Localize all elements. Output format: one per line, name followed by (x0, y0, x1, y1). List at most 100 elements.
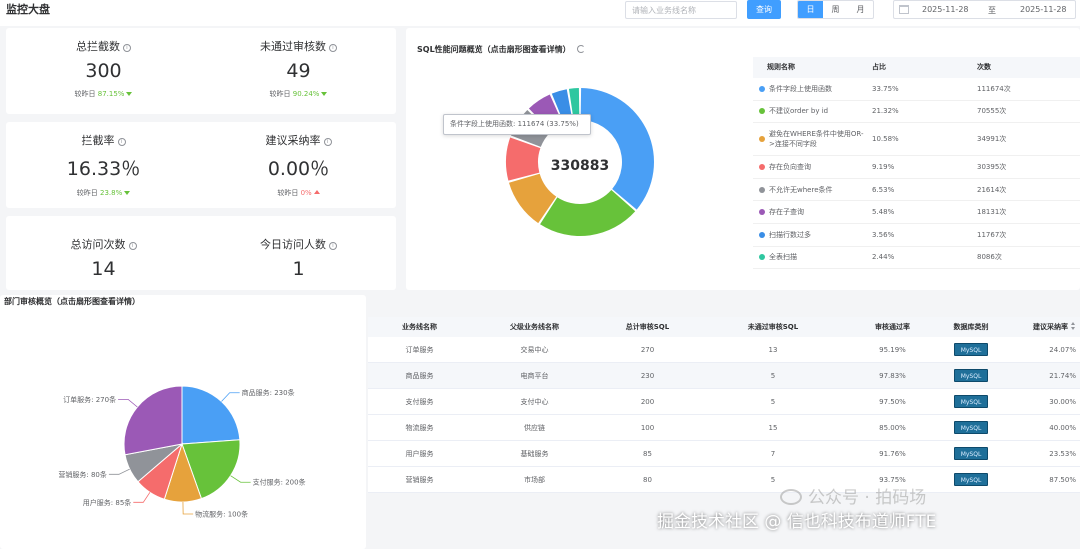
rule-table-header: 规则名称 占比 次数 (753, 57, 1080, 78)
pie-slice[interactable] (123, 385, 183, 456)
range-tab-month[interactable]: 月 (848, 1, 873, 18)
compare-value: 90.24% (292, 90, 320, 98)
pie-label: 支付服务: 200条 (253, 478, 306, 487)
pie-label-line (118, 398, 138, 408)
search-button[interactable]: 查询 (747, 0, 781, 19)
pie-slice[interactable] (181, 385, 241, 445)
column-header-sortable[interactable]: 建议采纳率 (1006, 317, 1080, 337)
parent-business-line: 支付中心 (520, 397, 549, 406)
pie-label-line (182, 501, 194, 515)
info-icon[interactable]: i (128, 242, 137, 250)
rule-row[interactable]: 条件字段上使用函数 33.75% 111674次 (753, 78, 1080, 101)
pie-label-line (230, 475, 251, 483)
db-type: MySQL (936, 447, 1006, 460)
kpi-card-visits: 总访问次数 i 14 今日访问人数 i 1 (6, 216, 396, 290)
business-line-name: 支付服务 (405, 397, 434, 406)
rule-table-body: 条件字段上使用函数 33.75% 111674次 不建议order by id 21.3… (753, 78, 1080, 270)
kpi-adopt-rate: 建议采纳率 i 0.00％ 较昨日 0% (201, 132, 396, 198)
rule-row[interactable]: 扫描行数过多 3.56% 11767次 (753, 224, 1080, 247)
rule-table: 规则名称 占比 次数 条件字段上使用函数 33.75% 111674次 不建议orde… (753, 57, 1080, 270)
table-row[interactable]: 物流服务 供应链 100 15 85.00% MySQL 40.00% (368, 415, 1080, 441)
date-range-picker[interactable]: 2025-11-28 至 2025-11-28 (893, 0, 1076, 19)
rule-row[interactable]: 不建议order by id 21.32% 70555次 (753, 101, 1080, 124)
info-icon[interactable]: i (329, 44, 337, 52)
rule-row[interactable]: 避免在WHERE条件中使用OR->连接不同字段 10.58% 34991次 (753, 123, 1080, 157)
date-separator: 至 (988, 6, 996, 15)
trend-down-icon (126, 92, 133, 96)
rule-pct: 10.58% (872, 135, 899, 144)
compare-value: 23.8% (99, 189, 123, 197)
info-icon[interactable]: i (117, 138, 126, 146)
kpi-value: 300 (85, 60, 122, 82)
trend-down-icon (124, 191, 131, 195)
kpi-not-passed: 未通过审核数 i 49 较昨日 90.24% (201, 38, 396, 99)
pass-rate: 85.00% (879, 423, 906, 432)
column-header: 业务线名称 (402, 323, 437, 331)
rule-pct: 2.44% (872, 253, 895, 262)
trend-up-icon (313, 190, 320, 194)
sql-donut-chart[interactable]: 330883 (490, 74, 670, 254)
rule-pct: 6.53% (872, 185, 895, 194)
info-icon[interactable]: i (323, 138, 332, 146)
donut-total: 330883 (551, 158, 609, 174)
adopt-rate: 24.07% (1049, 345, 1076, 354)
rule-row[interactable]: 全表扫描 2.44% 8086次 (753, 247, 1080, 270)
column-header: 占比 (872, 63, 886, 71)
kpi-label: 建议采纳率 (265, 134, 321, 147)
kpi-card-rates: 拦截率 i 16.33％ 较昨日 23.8% 建议采纳率 i 0.00％ 较昨日 0… (6, 122, 396, 208)
column-header: 审核通过率 (875, 323, 910, 331)
table-row[interactable]: 商品服务 电商平台 230 5 97.83% MySQL 21.74% (368, 363, 1080, 389)
kpi-compare: 较昨日 0% (201, 188, 396, 198)
pie-label: 营销服务: 80条 (58, 470, 107, 479)
rule-name: 存在负向查询 (769, 162, 811, 171)
table-row[interactable]: 订单服务 交易中心 270 13 95.19% MySQL 24.07% (368, 337, 1080, 363)
db-type-badge: MySQL (954, 447, 988, 460)
db-type-badge: MySQL (954, 421, 988, 434)
rule-count: 111674次 (977, 84, 1011, 93)
refresh-icon[interactable] (576, 45, 585, 53)
donut-slice[interactable] (580, 88, 654, 210)
info-icon[interactable]: i (123, 44, 131, 52)
adopt-rate: 30.00% (1049, 397, 1076, 406)
rule-row[interactable]: 不允许无where条件 6.53% 21614次 (753, 179, 1080, 202)
business-line-search-input[interactable] (625, 1, 737, 19)
business-line-name: 用户服务 (405, 449, 434, 458)
column-header: 规则名称 (767, 63, 795, 71)
kpi-card-intercept: 总拦截数 i 300 较昨日 87.15% 未通过审核数 i 49 较昨日 90.2… (6, 28, 396, 114)
legend-dot (759, 85, 765, 92)
dept-pie-chart[interactable]: 商品服务: 230条支付服务: 200条物流服务: 100条 用户服务: 85条 营… (0, 320, 366, 520)
rule-row[interactable]: 存在子查询 5.48% 18131次 (753, 201, 1080, 224)
legend-dot (759, 136, 765, 143)
adopt-rate: 40.00% (1049, 423, 1076, 432)
table-row[interactable]: 支付服务 支付中心 200 5 97.50% MySQL 30.00% (368, 389, 1080, 415)
db-type: MySQL (936, 421, 1006, 434)
pie-label: 订单服务: 270条 (63, 395, 116, 404)
rule-count: 21614次 (977, 185, 1007, 194)
kpi-intercept-rate: 拦截率 i 16.33％ 较昨日 23.8% (6, 132, 201, 198)
rule-row[interactable]: 存在负向查询 9.19% 30395次 (753, 156, 1080, 179)
compare-label: 较昨日 (277, 189, 299, 197)
rule-name: 不允许无where条件 (769, 185, 833, 194)
total-sql: 85 (643, 449, 652, 458)
adopt-rate: 87.50% (1049, 475, 1076, 484)
db-type: MySQL (936, 473, 1006, 486)
pie-label: 物流服务: 100条 (195, 509, 248, 518)
trend-down-icon (321, 92, 328, 96)
date-start[interactable]: 2025-11-28 (922, 5, 969, 14)
column-header: 父级业务线名称 (510, 323, 559, 331)
business-line-name: 商品服务 (405, 371, 434, 380)
range-tab-day[interactable]: 日 (798, 1, 823, 18)
db-type-badge: MySQL (954, 369, 988, 382)
info-icon[interactable]: i (329, 242, 337, 250)
table-row[interactable]: 用户服务 基础服务 85 7 91.76% MySQL 23.53% (368, 441, 1080, 467)
range-tab-week[interactable]: 周 (823, 1, 848, 18)
pass-rate: 95.19% (879, 345, 906, 354)
rule-count: 34991次 (977, 135, 1007, 144)
sort-icon[interactable] (1071, 322, 1076, 330)
kpi-total-intercept: 总拦截数 i 300 较昨日 87.15% (6, 38, 201, 99)
date-end[interactable]: 2025-11-28 (1020, 5, 1067, 14)
rule-pct: 9.19% (872, 162, 895, 171)
compare-value: 87.15% (97, 90, 125, 98)
table-row[interactable]: 营销服务 市场部 80 5 93.75% MySQL 87.50% (368, 467, 1080, 493)
business-line-name: 营销服务 (405, 475, 434, 484)
